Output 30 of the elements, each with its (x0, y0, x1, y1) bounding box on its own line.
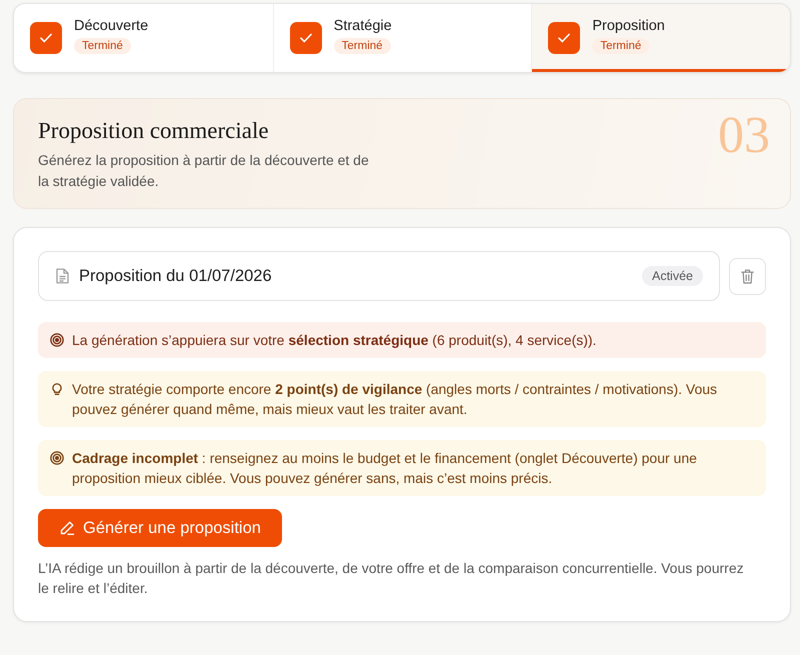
step-label: Stratégie (334, 18, 392, 34)
target-icon (50, 451, 64, 465)
step-label: Découverte (74, 18, 148, 34)
status-badge: Terminé (592, 38, 650, 54)
alert-text: Cadrage incomplet : renseignez au moins le budget et le financement (onglet Découverte) pour une proposition mieux ciblée. Vous pouvez générer sans, mais c’est moins précis. (72, 449, 698, 488)
check-icon (40, 33, 52, 43)
section-subtitle: Générez la proposition à partir de la découverte et de la stratégie validée. (38, 151, 370, 192)
check-icon (300, 33, 312, 43)
proposal-title: Proposition du 01/07/2026 (79, 266, 272, 286)
delete-button[interactable] (729, 258, 766, 294)
section-title: Proposition commerciale (38, 118, 270, 144)
status-badge: Activée (642, 266, 703, 286)
step-tab[interactable]: Stratégie Terminé (272, 4, 532, 72)
target-icon (50, 333, 64, 347)
proposal-item[interactable]: Proposition du 01/07/2026 Activée (38, 251, 720, 301)
step-label: Proposition (592, 18, 665, 34)
status-badge: Terminé (334, 38, 391, 54)
alert-text: La génération s’appuiera sur votre sélection stratégique (6 produit(s), 4 service(s)). (72, 331, 596, 350)
alert-text: Votre stratégie comporte encore 2 point(s) de vigilance (angles morts / contraintes / motivations). Vous pouvez générer quand même, mais mieux vaut les traiter avant. (72, 380, 718, 419)
step-number: 03 (718, 110, 770, 166)
lightbulb-icon (50, 382, 64, 396)
generate-button[interactable]: Générer une proposition (38, 509, 282, 547)
help-text: L’IA rédige un brouillon à partir de la découverte, de votre offre et de la comparaison concurrentielle. Vous pourrez le relire et l’éditer. (38, 559, 745, 598)
trash-icon (741, 268, 754, 284)
status-badge: Terminé (74, 38, 131, 54)
document-icon (56, 268, 69, 284)
step-tab[interactable]: Découverte Terminé (14, 4, 273, 72)
pencil-icon (59, 520, 75, 536)
check-icon (558, 33, 570, 43)
step-tab[interactable]: Proposition Terminé (531, 4, 790, 72)
